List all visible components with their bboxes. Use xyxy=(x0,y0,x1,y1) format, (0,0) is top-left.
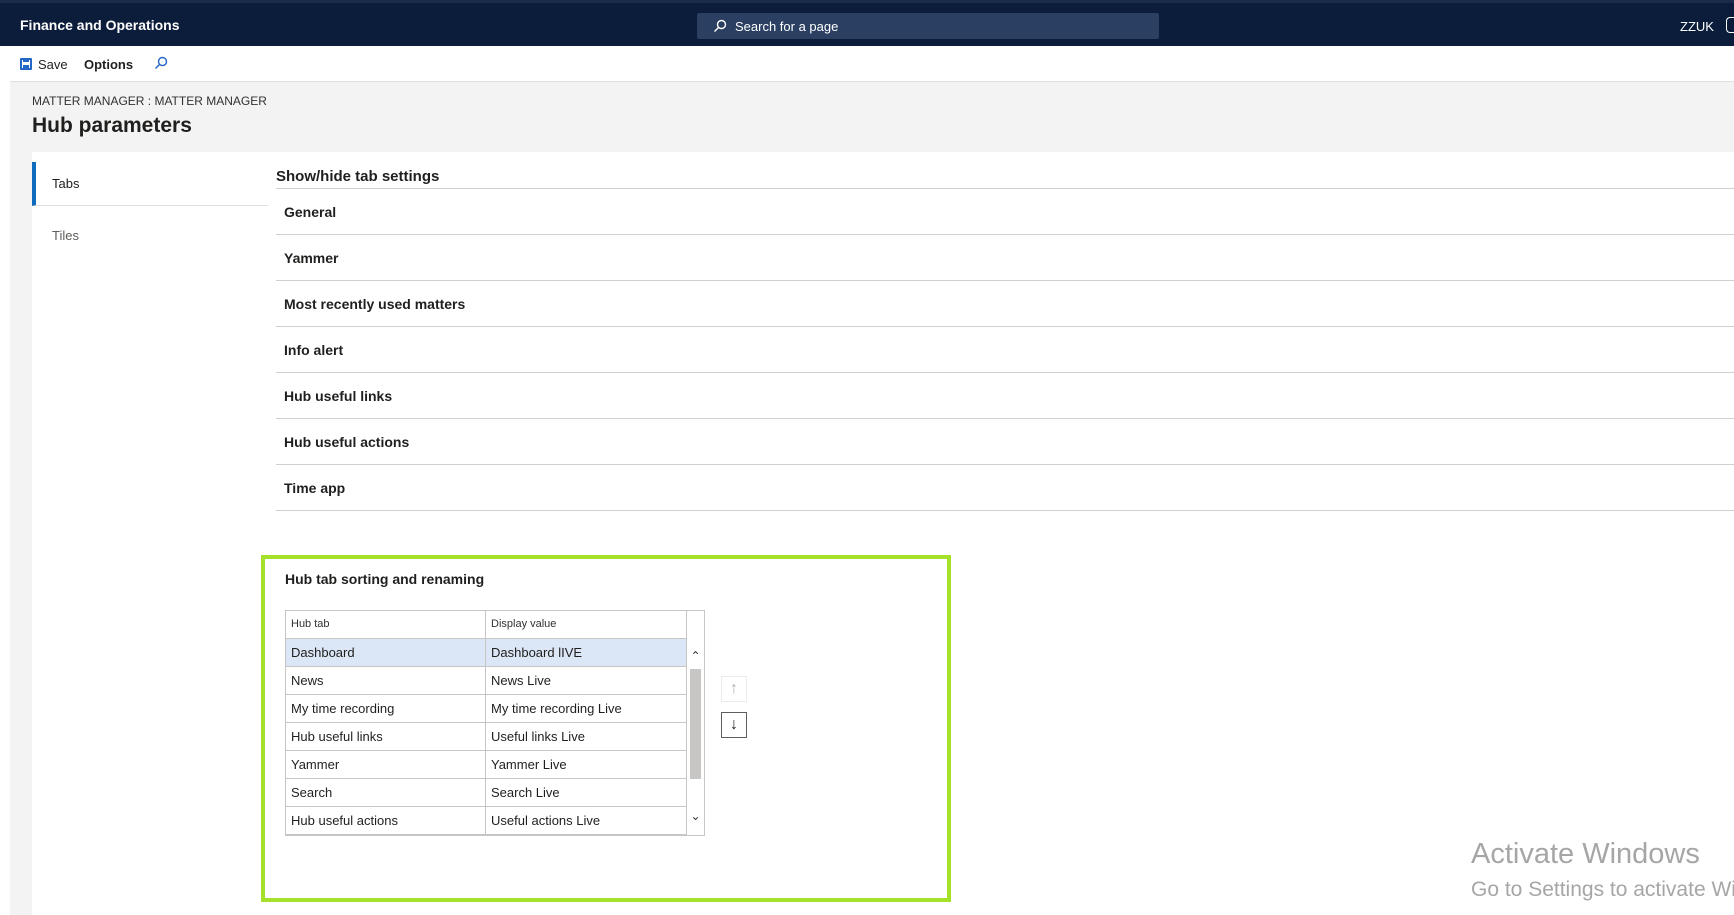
grid-scrollbar[interactable]: ⌃ ⌄ xyxy=(686,611,704,835)
fasttab-yammer[interactable]: Yammer xyxy=(276,234,1734,282)
search-icon xyxy=(713,19,727,33)
cell-hub-tab[interactable]: Dashboard xyxy=(286,639,486,666)
move-down-button[interactable]: ↓ xyxy=(721,712,747,738)
grid-header: Hub tab Display value xyxy=(286,611,686,639)
options-button[interactable]: Options xyxy=(84,46,133,82)
page-title: Hub parameters xyxy=(32,114,192,137)
cell-hub-tab[interactable]: News xyxy=(286,667,486,694)
arrow-down-icon: ↓ xyxy=(730,716,738,733)
fasttab-hub-useful-links[interactable]: Hub useful links xyxy=(276,372,1734,420)
cell-hub-tab[interactable]: Yammer xyxy=(286,751,486,778)
activation-watermark-text: Go to Settings to activate Windows. xyxy=(1471,878,1734,901)
chevron-down-icon[interactable]: ⌄ xyxy=(687,809,704,827)
table-row[interactable]: My time recording My time recording Live xyxy=(286,695,686,723)
fasttab-general[interactable]: General xyxy=(276,188,1734,236)
notifications-icon[interactable] xyxy=(1726,17,1734,33)
cell-display-value[interactable]: Search Live xyxy=(486,779,686,806)
search-icon xyxy=(154,56,168,73)
fasttab-hub-useful-actions[interactable]: Hub useful actions xyxy=(276,418,1734,466)
search-input[interactable]: Search for a page xyxy=(697,13,1159,39)
column-header-display-value[interactable]: Display value xyxy=(486,611,686,638)
cell-hub-tab[interactable]: Hub useful links xyxy=(286,723,486,750)
scrollbar-thumb[interactable] xyxy=(690,669,701,779)
fasttab-info-alert[interactable]: Info alert xyxy=(276,326,1734,374)
table-row[interactable]: Hub useful links Useful links Live xyxy=(286,723,686,751)
activation-watermark-title: Activate Windows xyxy=(1471,838,1700,870)
app-title[interactable]: Finance and Operations xyxy=(20,17,179,33)
move-up-button[interactable]: ↑ xyxy=(721,676,747,702)
save-label: Save xyxy=(38,56,68,72)
fasttab-most-recently-used-matters[interactable]: Most recently used matters xyxy=(276,280,1734,328)
cell-hub-tab[interactable]: Hub useful actions xyxy=(286,807,486,834)
action-pane: Save Options xyxy=(10,46,1734,82)
column-header-hub-tab[interactable]: Hub tab xyxy=(286,611,486,638)
company-picker[interactable]: ZZUK xyxy=(1680,19,1714,34)
table-row[interactable]: Hub useful actions Useful actions Live xyxy=(286,807,686,835)
table-row[interactable]: Yammer Yammer Live xyxy=(286,751,686,779)
divider xyxy=(276,510,1734,511)
save-button[interactable]: Save xyxy=(20,46,68,82)
save-icon xyxy=(20,58,32,70)
table-row[interactable]: News News Live xyxy=(286,667,686,695)
cell-hub-tab[interactable]: My time recording xyxy=(286,695,486,722)
tab-tiles[interactable]: Tiles xyxy=(32,214,268,258)
cell-display-value[interactable]: Dashboard lIVE xyxy=(486,639,686,666)
fasttab-time-app[interactable]: Time app xyxy=(276,464,1734,512)
breadcrumb: MATTER MANAGER : MATTER MANAGER xyxy=(32,94,267,108)
vertical-tabs: Tabs Tiles xyxy=(32,152,268,915)
find-button[interactable] xyxy=(154,46,168,82)
sorting-section-title[interactable]: Hub tab sorting and renaming xyxy=(285,571,484,587)
top-bar: Finance and Operations Search for a page… xyxy=(0,0,1734,46)
page-header: MATTER MANAGER : MATTER MANAGER Hub para… xyxy=(10,82,1734,152)
hub-tab-grid: Hub tab Display value Dashboard Dashboar… xyxy=(285,610,705,836)
section-title: Show/hide tab settings xyxy=(276,168,440,185)
cell-display-value[interactable]: Useful links Live xyxy=(486,723,686,750)
table-row[interactable]: Search Search Live xyxy=(286,779,686,807)
arrow-up-icon: ↑ xyxy=(730,680,738,697)
cell-hub-tab[interactable]: Search xyxy=(286,779,486,806)
chevron-up-icon[interactable]: ⌃ xyxy=(687,649,704,667)
search-placeholder: Search for a page xyxy=(735,18,839,34)
tab-tabs[interactable]: Tabs xyxy=(32,162,268,206)
table-row[interactable]: Dashboard Dashboard lIVE xyxy=(286,639,686,667)
cell-display-value[interactable]: Yammer Live xyxy=(486,751,686,778)
cell-display-value[interactable]: My time recording Live xyxy=(486,695,686,722)
cell-display-value[interactable]: News Live xyxy=(486,667,686,694)
cell-display-value[interactable]: Useful actions Live xyxy=(486,807,686,834)
